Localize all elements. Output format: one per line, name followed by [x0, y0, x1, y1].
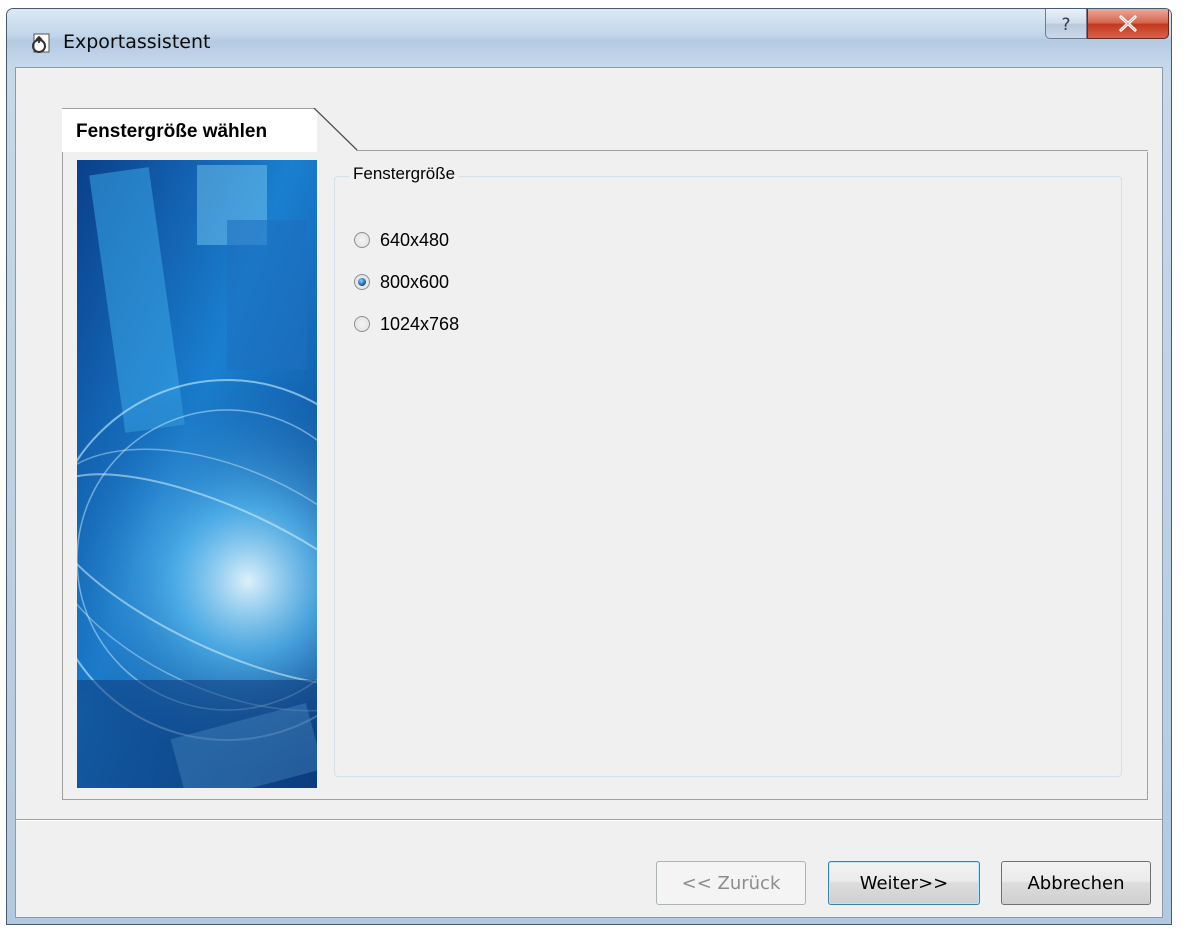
radio-option-800x600[interactable]: 800x600 [354, 270, 449, 294]
tab-page-border [356, 150, 1148, 151]
tab-slant-edge [313, 108, 358, 151]
export-wizard-icon [32, 33, 50, 53]
question-icon: ? [1061, 15, 1070, 35]
groupbox-legend: Fenstergröße [349, 164, 460, 184]
window-title: Exportassistent [63, 31, 211, 53]
title-bar[interactable]: Exportassistent ? [7, 9, 1171, 67]
export-wizard-window: Exportassistent ? Fenstergröße wählen Fe… [6, 8, 1172, 925]
help-button[interactable]: ? [1045, 9, 1087, 39]
cancel-button[interactable]: Abbrechen [1001, 861, 1151, 905]
radio-label: 640x480 [380, 229, 450, 250]
tab-window-size[interactable]: Fenstergröße wählen [62, 109, 317, 152]
window-size-groupbox [334, 176, 1122, 777]
radio-button[interactable] [354, 232, 370, 248]
radio-button[interactable] [354, 274, 370, 290]
radio-option-1024x768[interactable]: 1024x768 [354, 312, 459, 336]
radio-label: 1024x768 [380, 313, 460, 334]
abstract-blue-globe-image [77, 160, 317, 788]
dialog-body: Fenstergröße wählen Fenstergröße 640x480… [15, 67, 1163, 918]
back-button[interactable]: << Zurück [656, 861, 806, 905]
radio-button[interactable] [354, 316, 370, 332]
next-button[interactable]: Weiter>> [828, 861, 980, 905]
close-icon [1119, 15, 1137, 32]
svg-text:?: ? [1061, 15, 1070, 35]
radio-option-640x480[interactable]: 640x480 [354, 228, 449, 252]
close-button[interactable] [1087, 9, 1169, 39]
radio-label: 800x600 [380, 271, 450, 292]
tab-label: Fenstergröße wählen [76, 121, 268, 142]
button-area-separator [16, 819, 1162, 821]
